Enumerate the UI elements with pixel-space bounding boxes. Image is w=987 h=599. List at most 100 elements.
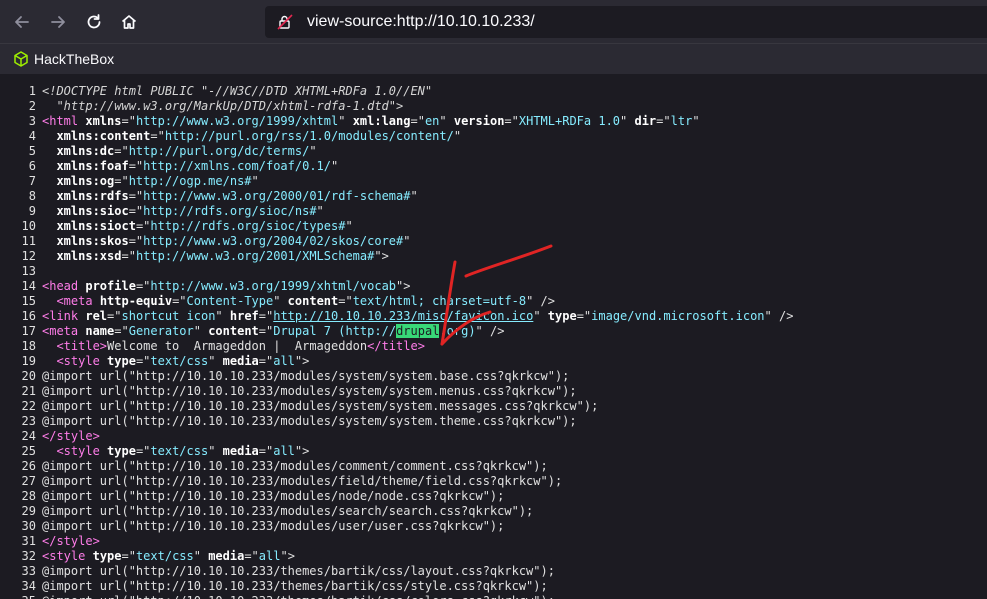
source-line: 20 @import url("http://10.10.10.233/modul…	[0, 369, 987, 384]
code-token: " />	[475, 324, 505, 338]
source-line: 10 xmlns:sioct="http://rdfs.org/sioc/typ…	[0, 219, 987, 234]
code-token: @import url("http://10.10.10.233/modules…	[42, 399, 599, 413]
code-token: <style	[56, 444, 100, 458]
code-token: xmlns:dc	[56, 144, 115, 158]
line-number: 14	[21, 279, 36, 293]
code-token: content	[208, 324, 259, 338]
line-number: 31	[21, 534, 36, 548]
code-token: ">	[396, 279, 411, 293]
code-token: name	[85, 324, 115, 338]
code-token: @import url("http://10.10.10.233/modules…	[42, 459, 548, 473]
reload-button[interactable]	[81, 9, 107, 35]
code-token: "	[193, 549, 209, 563]
back-button[interactable]	[9, 9, 35, 35]
source-line: 4 xmlns:content="http://purl.org/rss/1.0…	[0, 129, 987, 144]
code-token: @import url("http://10.10.10.233/modules…	[42, 504, 534, 518]
home-button[interactable]	[116, 9, 142, 35]
source-line: 3 <html xmlns="http://www.w3.org/1999/xht…	[0, 114, 987, 129]
code-token: Content-Type	[186, 294, 274, 308]
line-number: 18	[21, 339, 36, 353]
code-token: http://rdfs.org/sioc/ns#	[143, 204, 317, 218]
code-token: @import url("http://10.10.10.233/modules…	[42, 414, 577, 428]
back-arrow-icon	[15, 16, 29, 28]
code-token: ="	[114, 174, 129, 188]
code-token: media	[222, 354, 259, 368]
source-line: 35@import url("http://10.10.10.233/theme…	[0, 594, 987, 599]
code-token: "	[620, 114, 635, 128]
source-line: 30 @import url("http://10.10.10.233/modul…	[0, 519, 987, 534]
code-token: http://ogp.me/ns#	[128, 174, 252, 188]
code-token: </style>	[42, 429, 100, 443]
code-token: ="	[128, 204, 144, 218]
code-token: @import url("http://10.10.10.233/modules…	[42, 519, 505, 533]
code-token: all	[273, 444, 295, 458]
code-token: <link	[42, 309, 79, 323]
line-number: 34	[21, 579, 36, 593]
url-input[interactable]	[307, 13, 907, 31]
source-line: 32 <style type="text/css" media="all">	[0, 549, 987, 564]
line-number: 9	[28, 204, 36, 218]
page-source-view: 1 <!DOCTYPE html PUBLIC "-//W3C//DTD XHTM…	[0, 84, 987, 599]
forward-button[interactable]	[45, 9, 71, 35]
code-token: ="	[135, 279, 151, 293]
code-token: <style	[42, 549, 86, 563]
code-token: ="	[258, 324, 274, 338]
source-line: 8 xmlns:rdfs="http://www.w3.org/2000/01/…	[0, 189, 987, 204]
code-token: rel	[85, 309, 108, 323]
code-token: </title>	[367, 339, 425, 353]
code-token: media	[222, 444, 259, 458]
source-line: 22 @import url("http://10.10.10.233/modul…	[0, 399, 987, 414]
code-token: @import url("http://10.10.10.233/modules…	[42, 489, 505, 503]
source-line: 26 @import url("http://10.10.10.233/modul…	[0, 459, 987, 474]
code-token: ="	[107, 309, 122, 323]
code-token: text/css	[150, 354, 209, 368]
code-token: "	[338, 114, 353, 128]
code-token: "	[533, 309, 548, 323]
code-token: en	[424, 114, 440, 128]
code-token: http://purl.org/dc/terms/	[128, 144, 310, 158]
code-token: "	[273, 294, 288, 308]
code-token: </style>	[42, 534, 100, 548]
code-token: <html	[42, 114, 79, 128]
code-token: Welcome to Armageddon | Armageddon	[107, 339, 368, 353]
code-token: xml:lang	[352, 114, 411, 128]
code-token: ">	[294, 354, 310, 368]
lock-warning-icon[interactable]	[277, 14, 293, 30]
code-token: ="	[576, 309, 592, 323]
line-number: 26	[21, 459, 36, 473]
source-line: 7 xmlns:og="http://ogp.me/ns#"	[0, 174, 987, 189]
line-number: 3	[28, 114, 36, 128]
url-bar[interactable]	[265, 6, 987, 38]
code-token: text/css	[150, 444, 209, 458]
code-token: all	[258, 549, 281, 563]
code-token: xmlns:skos	[56, 234, 129, 248]
line-number: 1	[28, 84, 36, 98]
code-token: type	[547, 309, 577, 323]
code-token: ="	[258, 354, 274, 368]
source-line: 27 @import url("http://10.10.10.233/modul…	[0, 474, 987, 489]
code-token: shortcut icon	[121, 309, 216, 323]
bookmark-hackthebox[interactable]: HackTheBox	[10, 47, 118, 71]
code-token: ="	[258, 309, 274, 323]
code-token: ="	[128, 159, 144, 173]
source-link[interactable]: http://10.10.10.233/misc/favicon.ico	[273, 309, 533, 323]
code-token: @import url("http://10.10.10.233/themes/…	[42, 564, 555, 578]
code-token: XHTML+RDFa 1.0	[518, 114, 621, 128]
line-number: 11	[21, 234, 36, 248]
code-token: xmlns:foaf	[56, 159, 129, 173]
line-number: 5	[28, 144, 36, 158]
code-token: ="	[135, 219, 151, 233]
code-token: "	[692, 114, 700, 128]
code-token: xmlns:sioc	[56, 204, 129, 218]
line-number: 8	[28, 189, 36, 203]
line-number: 4	[28, 129, 36, 143]
line-number: 7	[28, 174, 36, 188]
line-number: 23	[21, 414, 36, 428]
code-token: "	[403, 234, 411, 248]
code-token: "	[208, 354, 223, 368]
